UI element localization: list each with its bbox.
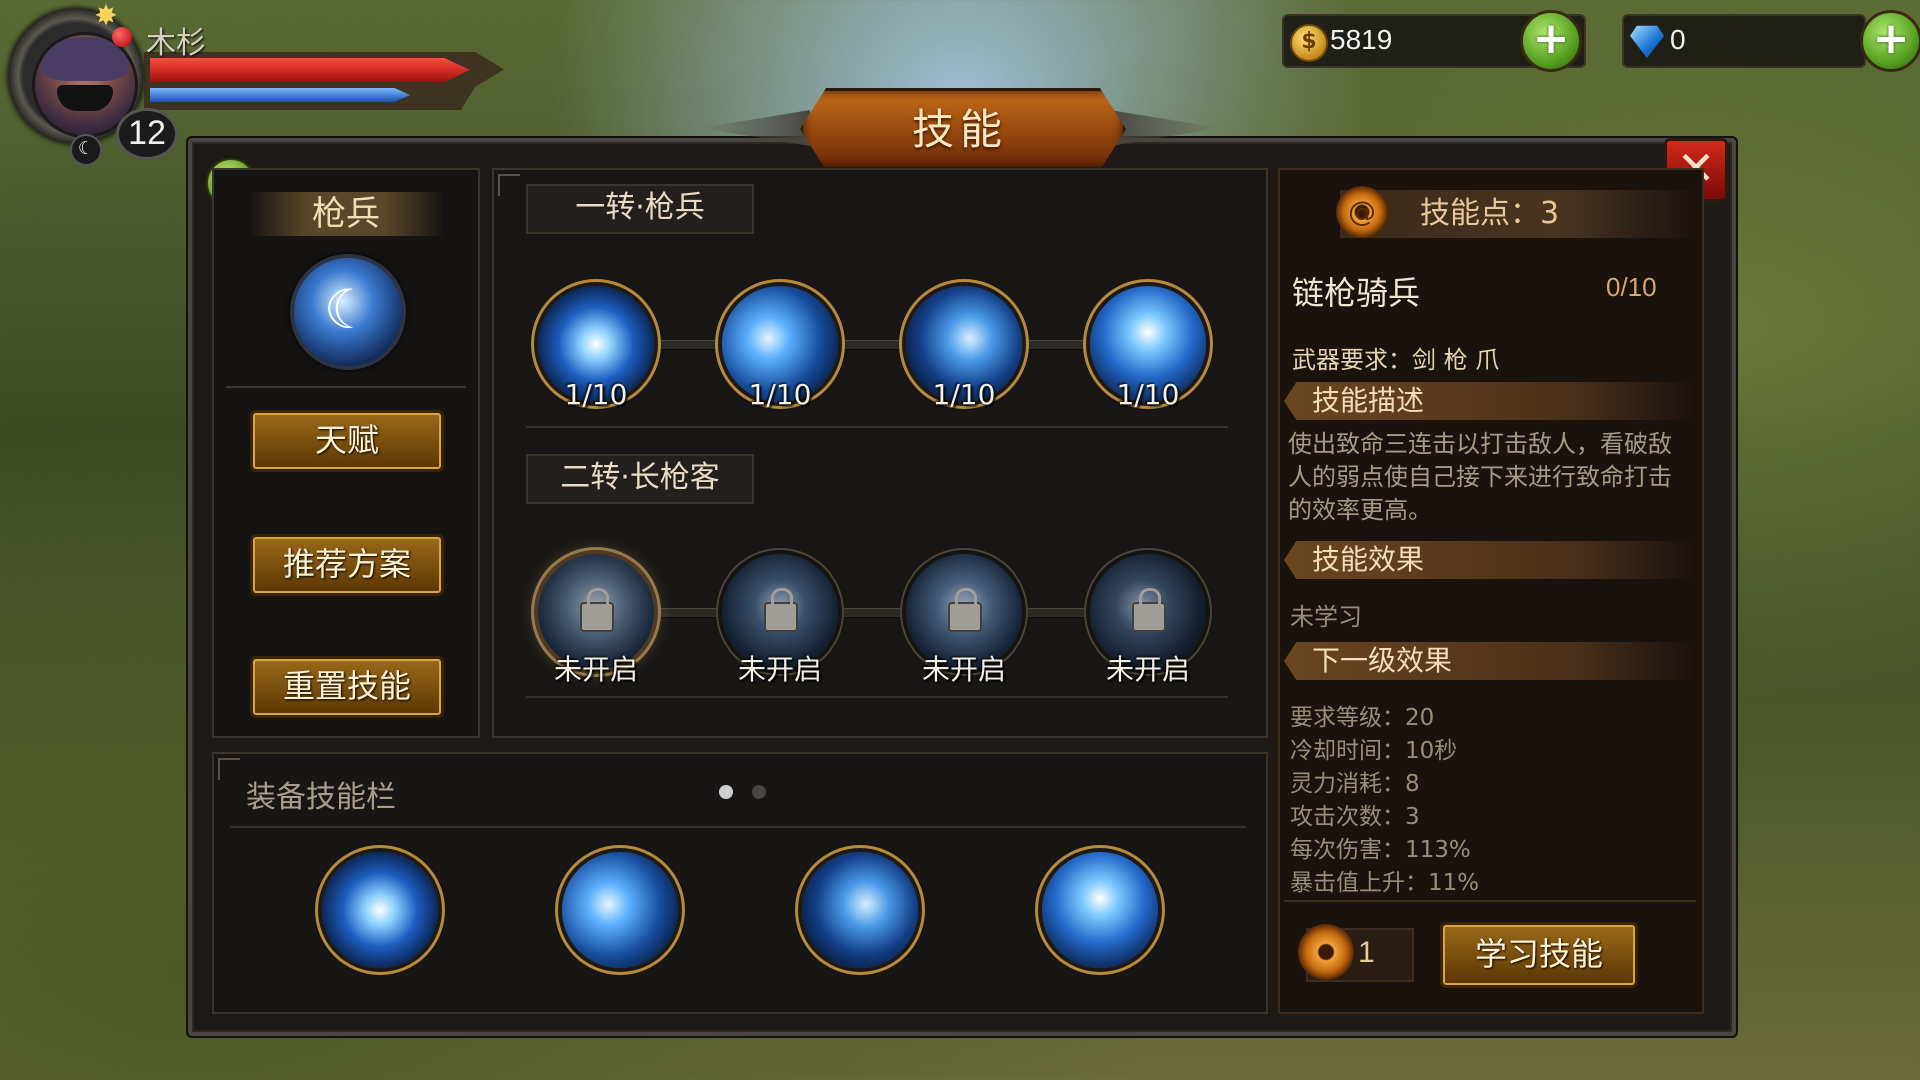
lock-icon bbox=[764, 588, 798, 632]
panel-corner bbox=[218, 758, 240, 780]
skill-node-status: 未开启 bbox=[553, 653, 638, 686]
class-name: 枪兵 bbox=[248, 192, 444, 236]
equip-bar-title: 装备技能栏 bbox=[246, 780, 396, 815]
skill-description: 使出致命三连击以打击敌人，看破敌人的弱点使自己接下来进行致命打击的效率更高。 bbox=[1288, 430, 1672, 524]
equip-slot-spear-thrust[interactable] bbox=[562, 852, 678, 968]
page-dot[interactable] bbox=[752, 785, 766, 799]
weapon-requirement: 武器要求：剑 枪 爪 bbox=[1292, 346, 1500, 374]
sidebar-divider bbox=[226, 386, 466, 388]
tier-divider bbox=[526, 696, 1228, 698]
section-description-header: 技能描述 bbox=[1284, 382, 1696, 420]
diamond-counter: 0 bbox=[1622, 14, 1866, 68]
stat-crit: 暴击值上升：11% bbox=[1290, 870, 1480, 896]
tree-link bbox=[654, 340, 722, 350]
stat-hit-count: 攻击次数：3 bbox=[1290, 804, 1420, 830]
tier-divider bbox=[526, 426, 1228, 428]
tree-link bbox=[1022, 608, 1090, 618]
moon-icon: ☾ bbox=[70, 134, 102, 166]
add-diamond-button[interactable]: + bbox=[1860, 10, 1920, 72]
player-level-badge: 12 bbox=[116, 108, 178, 160]
skill-point-icon: @ bbox=[1336, 186, 1388, 238]
skill-point-cost: 1 bbox=[1358, 936, 1375, 969]
equip-slot-blade-wave[interactable] bbox=[1042, 852, 1158, 968]
add-gold-button[interactable]: + bbox=[1520, 10, 1582, 72]
page-dot-active[interactable] bbox=[719, 785, 733, 799]
skill-effect: 未学习 bbox=[1290, 603, 1362, 631]
tree-link bbox=[838, 608, 906, 618]
skill-node-status: 未开启 bbox=[1105, 653, 1190, 686]
tier2-label: 二转·长枪客 bbox=[526, 454, 754, 504]
mp-bar bbox=[150, 88, 410, 102]
skill-node-level: 1/10 bbox=[748, 378, 812, 411]
stat-mana-cost: 灵力消耗：8 bbox=[1290, 771, 1420, 797]
skill-name: 链枪骑兵 bbox=[1292, 274, 1421, 312]
tree-link bbox=[838, 340, 906, 350]
player-name: 木杉 bbox=[146, 26, 206, 61]
diamond-icon bbox=[1630, 25, 1664, 58]
skill-node-level: 1/10 bbox=[932, 378, 996, 411]
equip-slot-claw-strike[interactable] bbox=[802, 852, 918, 968]
skill-point-icon bbox=[1298, 924, 1354, 980]
lock-icon bbox=[948, 588, 982, 632]
tree-link bbox=[1022, 340, 1090, 350]
skill-node-status: 未开启 bbox=[921, 653, 1006, 686]
skill-node-level: 1/10 bbox=[564, 378, 628, 411]
detail-divider bbox=[1284, 900, 1696, 902]
equip-slot-vortex-eye[interactable] bbox=[322, 852, 438, 968]
talent-button[interactable]: 天赋 bbox=[250, 410, 444, 472]
stat-damage: 每次伤害：113% bbox=[1290, 837, 1471, 863]
tree-link bbox=[654, 608, 722, 618]
recommend-plan-button[interactable]: 推荐方案 bbox=[250, 534, 444, 596]
reset-skills-button[interactable]: 重置技能 bbox=[250, 656, 444, 718]
skill-level: 0/10 bbox=[1606, 272, 1657, 302]
notification-dot-icon bbox=[112, 27, 132, 47]
lock-icon bbox=[580, 588, 614, 632]
gold-value: 5819 bbox=[1330, 24, 1393, 55]
window-title: 技能 bbox=[911, 105, 1008, 154]
tier1-label: 一转·枪兵 bbox=[526, 184, 754, 234]
stat-cooldown: 冷却时间：10秒 bbox=[1290, 738, 1458, 764]
gold-coin-icon: $ bbox=[1290, 24, 1328, 62]
section-effect-header: 技能效果 bbox=[1284, 541, 1696, 579]
crescent-icon: ☾ bbox=[290, 254, 406, 370]
learn-skill-button[interactable]: 学习技能 bbox=[1440, 922, 1638, 988]
stat-required-level: 要求等级：20 bbox=[1290, 705, 1435, 731]
skill-node-status: 未开启 bbox=[737, 653, 822, 686]
skill-node-level: 1/10 bbox=[1116, 378, 1180, 411]
diamond-value: 0 bbox=[1670, 24, 1686, 55]
panel-corner bbox=[498, 174, 520, 196]
lock-icon bbox=[1132, 588, 1166, 632]
section-next-level-header: 下一级效果 bbox=[1284, 642, 1696, 680]
skill-points-display: 技能点：3 bbox=[1340, 190, 1700, 238]
star-icon: ✸ bbox=[94, 0, 118, 32]
equip-divider bbox=[230, 826, 1246, 828]
